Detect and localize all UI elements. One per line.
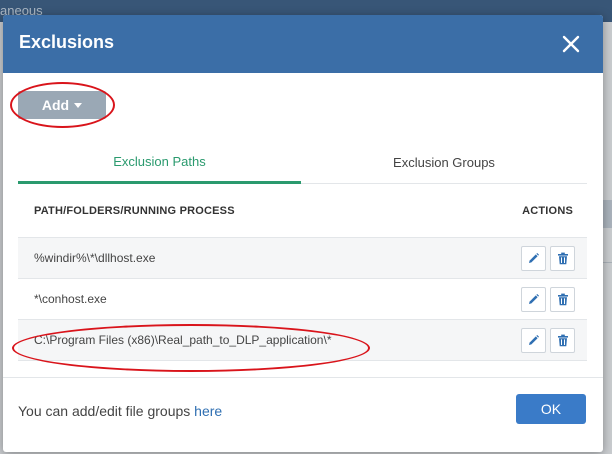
tab-exclusion-groups[interactable]: Exclusion Groups	[301, 141, 587, 184]
here-link[interactable]: here	[194, 403, 222, 419]
trash-icon	[557, 293, 568, 306]
edit-button[interactable]	[521, 246, 546, 271]
table-header: PATH/FOLDERS/RUNNING PROCESS ACTIONS	[18, 185, 587, 238]
delete-button[interactable]	[550, 287, 575, 312]
trash-icon	[557, 252, 568, 265]
footer-text: You can add/edit file groups	[18, 403, 191, 419]
exclusions-dialog: Exclusions Add Exclusion Paths Exclusion…	[3, 15, 603, 452]
row-path: *\conhost.exe	[34, 292, 107, 306]
pencil-icon	[529, 294, 539, 304]
tab-bar: Exclusion Paths Exclusion Groups	[18, 141, 587, 184]
row-path: C:\Program Files (x86)\Real_path_to_DLP_…	[34, 333, 332, 347]
delete-button[interactable]	[550, 328, 575, 353]
column-header-actions: ACTIONS	[522, 205, 573, 217]
edit-button[interactable]	[521, 287, 546, 312]
add-button-label: Add	[41, 97, 70, 113]
table-row: *\conhost.exe	[18, 279, 587, 320]
table-row: C:\Program Files (x86)\Real_path_to_DLP_…	[18, 320, 587, 361]
pencil-icon	[529, 253, 539, 263]
close-icon[interactable]	[561, 34, 581, 54]
footer-note: You can add/edit file groups here	[18, 403, 222, 419]
row-path: %windir%\*\dllhost.exe	[34, 251, 156, 265]
row-actions	[521, 287, 575, 312]
column-header-path: PATH/FOLDERS/RUNNING PROCESS	[34, 205, 235, 217]
dialog-footer: You can add/edit file groups here OK	[3, 377, 603, 452]
row-actions	[521, 246, 575, 271]
pencil-icon	[529, 335, 539, 345]
row-actions	[521, 328, 575, 353]
edit-button[interactable]	[521, 328, 546, 353]
dialog-title: Exclusions	[19, 32, 115, 52]
trash-icon	[557, 334, 568, 347]
table-row: %windir%\*\dllhost.exe	[18, 238, 587, 279]
ok-button[interactable]: OK	[516, 394, 586, 424]
delete-button[interactable]	[550, 246, 575, 271]
dialog-header: Exclusions	[3, 15, 603, 73]
exclusions-table: PATH/FOLDERS/RUNNING PROCESS ACTIONS %wi…	[18, 185, 587, 361]
add-dropdown-button[interactable]: Add	[18, 91, 106, 119]
caret-down-icon	[74, 102, 83, 108]
tab-exclusion-paths[interactable]: Exclusion Paths	[18, 141, 301, 184]
